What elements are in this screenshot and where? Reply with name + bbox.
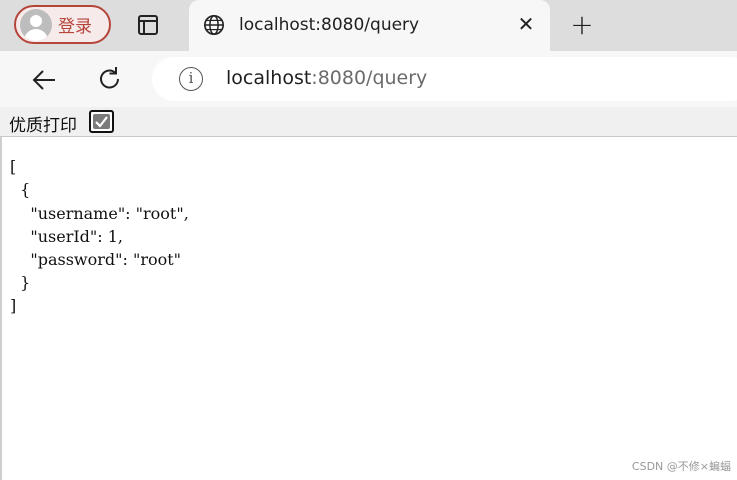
tab-title: localhost:8080/query (239, 15, 420, 35)
info-icon[interactable]: i (179, 67, 203, 91)
json-line: [ (10, 157, 17, 176)
reload-icon[interactable] (96, 65, 124, 93)
json-line: "userId": 1, (10, 227, 123, 246)
globe-icon (204, 15, 224, 35)
pretty-print-checkbox[interactable] (89, 110, 114, 133)
json-line: } (10, 273, 31, 292)
profile-label: 登录 (58, 17, 92, 37)
tab-actions-icon[interactable] (138, 15, 158, 35)
json-viewer-bar: 优质打印 (0, 107, 737, 137)
profile-button[interactable]: 登录 (14, 5, 111, 44)
json-line: ] (10, 296, 17, 315)
address-bar[interactable]: i localhost:8080/query (152, 57, 737, 101)
url-path: :8080/query (311, 67, 428, 89)
json-line: "password": "root" (10, 250, 182, 269)
toolbar: i localhost:8080/query (0, 51, 737, 107)
json-line: "username": "root", (10, 204, 189, 223)
tab-active[interactable]: localhost:8080/query ✕ (189, 0, 550, 51)
checkbox-checked-icon (93, 114, 110, 129)
back-arrow-icon[interactable] (30, 66, 58, 94)
avatar-icon (20, 8, 52, 41)
json-content: [ { "username": "root", "userId": 1, "pa… (0, 137, 737, 480)
url-host: localhost (226, 67, 312, 89)
json-line: { (10, 180, 31, 199)
pretty-print-label: 优质打印 (9, 116, 77, 136)
new-tab-icon[interactable]: + (569, 11, 595, 39)
close-tab-icon[interactable]: ✕ (515, 13, 537, 35)
tab-strip: 登录 localhost:8080/query ✕ + (0, 0, 737, 51)
watermark: CSDN @不修×蝙蝠 (631, 460, 731, 473)
url-text[interactable]: localhost:8080/query (226, 67, 427, 89)
